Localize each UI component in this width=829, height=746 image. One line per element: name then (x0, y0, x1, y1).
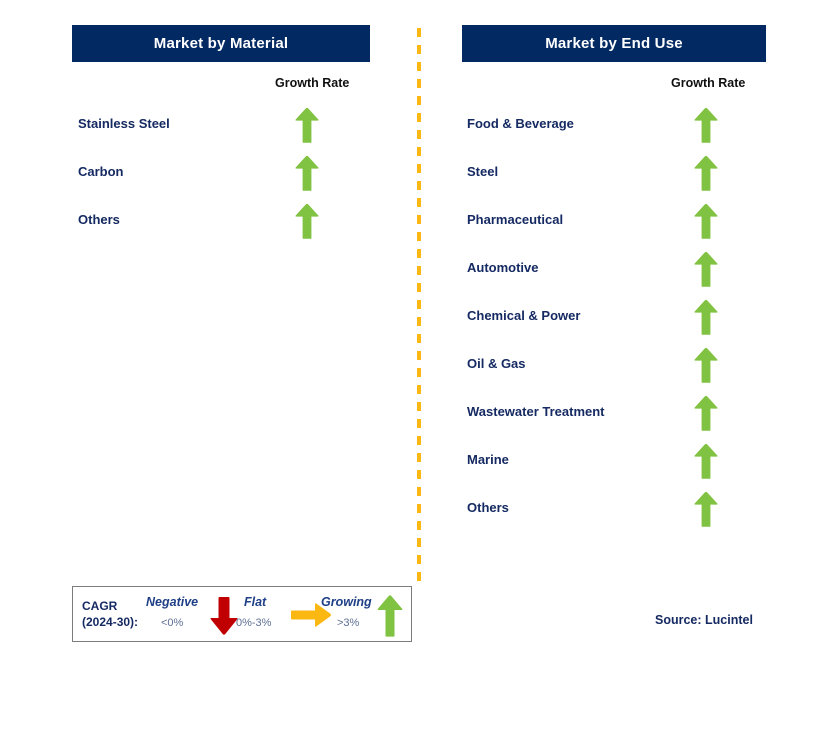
segment-row: Pharmaceutical (462, 200, 766, 248)
segment-row: Food & Beverage (462, 104, 766, 152)
up-arrow-icon (693, 251, 719, 287)
segment-row: Others (462, 488, 766, 536)
segment-label: Oil & Gas (467, 356, 526, 371)
segment-row: Others (72, 200, 370, 248)
panel-header-material: Market by Material (72, 25, 370, 62)
up-arrow-icon (693, 299, 719, 335)
legend-flat-range: 0%-3% (236, 617, 272, 629)
segment-row: Marine (462, 440, 766, 488)
up-arrow-icon (294, 107, 320, 143)
segment-label: Chemical & Power (467, 308, 581, 323)
source-credit: Source: Lucintel (655, 613, 753, 627)
segment-row: Wastewater Treatment (462, 392, 766, 440)
vertical-dashed-divider (417, 28, 421, 585)
segment-label: Marine (467, 452, 509, 467)
up-arrow-icon (693, 347, 719, 383)
segment-row: Carbon (72, 152, 370, 200)
up-arrow-icon (693, 395, 719, 431)
up-arrow-icon (693, 107, 719, 143)
segment-label: Food & Beverage (467, 116, 574, 131)
segment-label: Others (78, 212, 120, 227)
segment-label: Others (467, 500, 509, 515)
up-arrow-icon (294, 155, 320, 191)
segment-row: Oil & Gas (462, 344, 766, 392)
legend-negative-range: <0% (161, 617, 184, 629)
panel-header-enduse: Market by End Use (462, 25, 766, 62)
up-arrow-icon (693, 443, 719, 479)
growth-rate-column-label-material: Growth Rate (275, 76, 350, 90)
segment-row: Steel (462, 152, 766, 200)
cagr-legend: CAGR (2024-30): Negative <0% Flat 0%-3% … (72, 586, 412, 642)
up-arrow-icon (294, 203, 320, 239)
down-arrow-icon (209, 596, 239, 636)
segment-row: Automotive (462, 248, 766, 296)
legend-negative-name: Negative (146, 595, 199, 609)
rows-enduse: Food & Beverage Steel Pharmaceutical Automo… (462, 104, 766, 536)
up-arrow-icon (693, 155, 719, 191)
rows-material: Stainless Steel Carbon Others (72, 104, 370, 248)
legend-growing-range: >3% (337, 617, 360, 629)
cagr-legend-title: CAGR (2024-30): (82, 599, 139, 629)
segment-label: Pharmaceutical (467, 212, 564, 227)
segment-label: Wastewater Treatment (467, 404, 605, 419)
segment-label: Carbon (78, 164, 124, 179)
up-arrow-icon (693, 491, 719, 527)
segment-label: Stainless Steel (78, 116, 170, 131)
up-arrow-icon (693, 203, 719, 239)
segment-label: Steel (467, 164, 499, 179)
segment-label: Automotive (467, 260, 539, 275)
legend-growing-name: Growing (321, 595, 372, 609)
segment-row: Chemical & Power (462, 296, 766, 344)
legend-flat-name: Flat (244, 595, 267, 609)
up-arrow-icon (376, 594, 404, 637)
growth-rate-column-label-enduse: Growth Rate (671, 76, 746, 90)
segment-row: Stainless Steel (72, 104, 370, 152)
